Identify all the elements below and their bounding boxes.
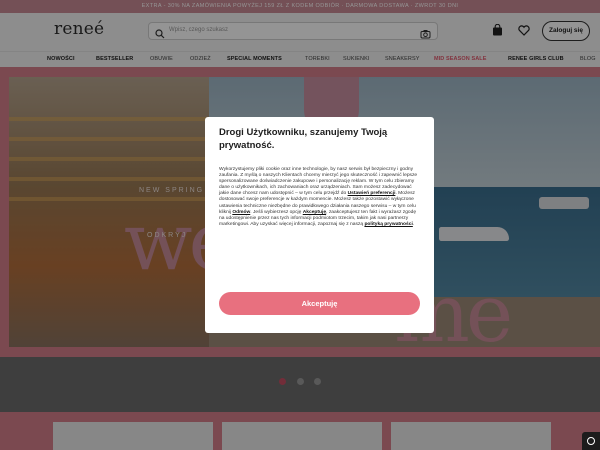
cookie-modal-title: Drogi Użytkowniku, szanujemy Twoją prywa… (219, 127, 388, 151)
cookie-modal-text: Wykorzystujemy pliki cookie oraz inne te… (219, 167, 418, 227)
preferences-link[interactable]: Ustawień preferencji (348, 191, 396, 196)
chat-button[interactable] (582, 432, 600, 450)
chat-icon (587, 437, 595, 445)
cookie-consent-modal: Drogi Użytkowniku, szanujemy Twoją prywa… (205, 117, 434, 333)
privacy-policy-link[interactable]: polityką prywatności (364, 222, 412, 227)
accept-link[interactable]: Akceptuję (303, 210, 326, 215)
reject-link[interactable]: Odmów (232, 210, 250, 215)
accept-button[interactable]: Akceptuję (219, 292, 420, 315)
